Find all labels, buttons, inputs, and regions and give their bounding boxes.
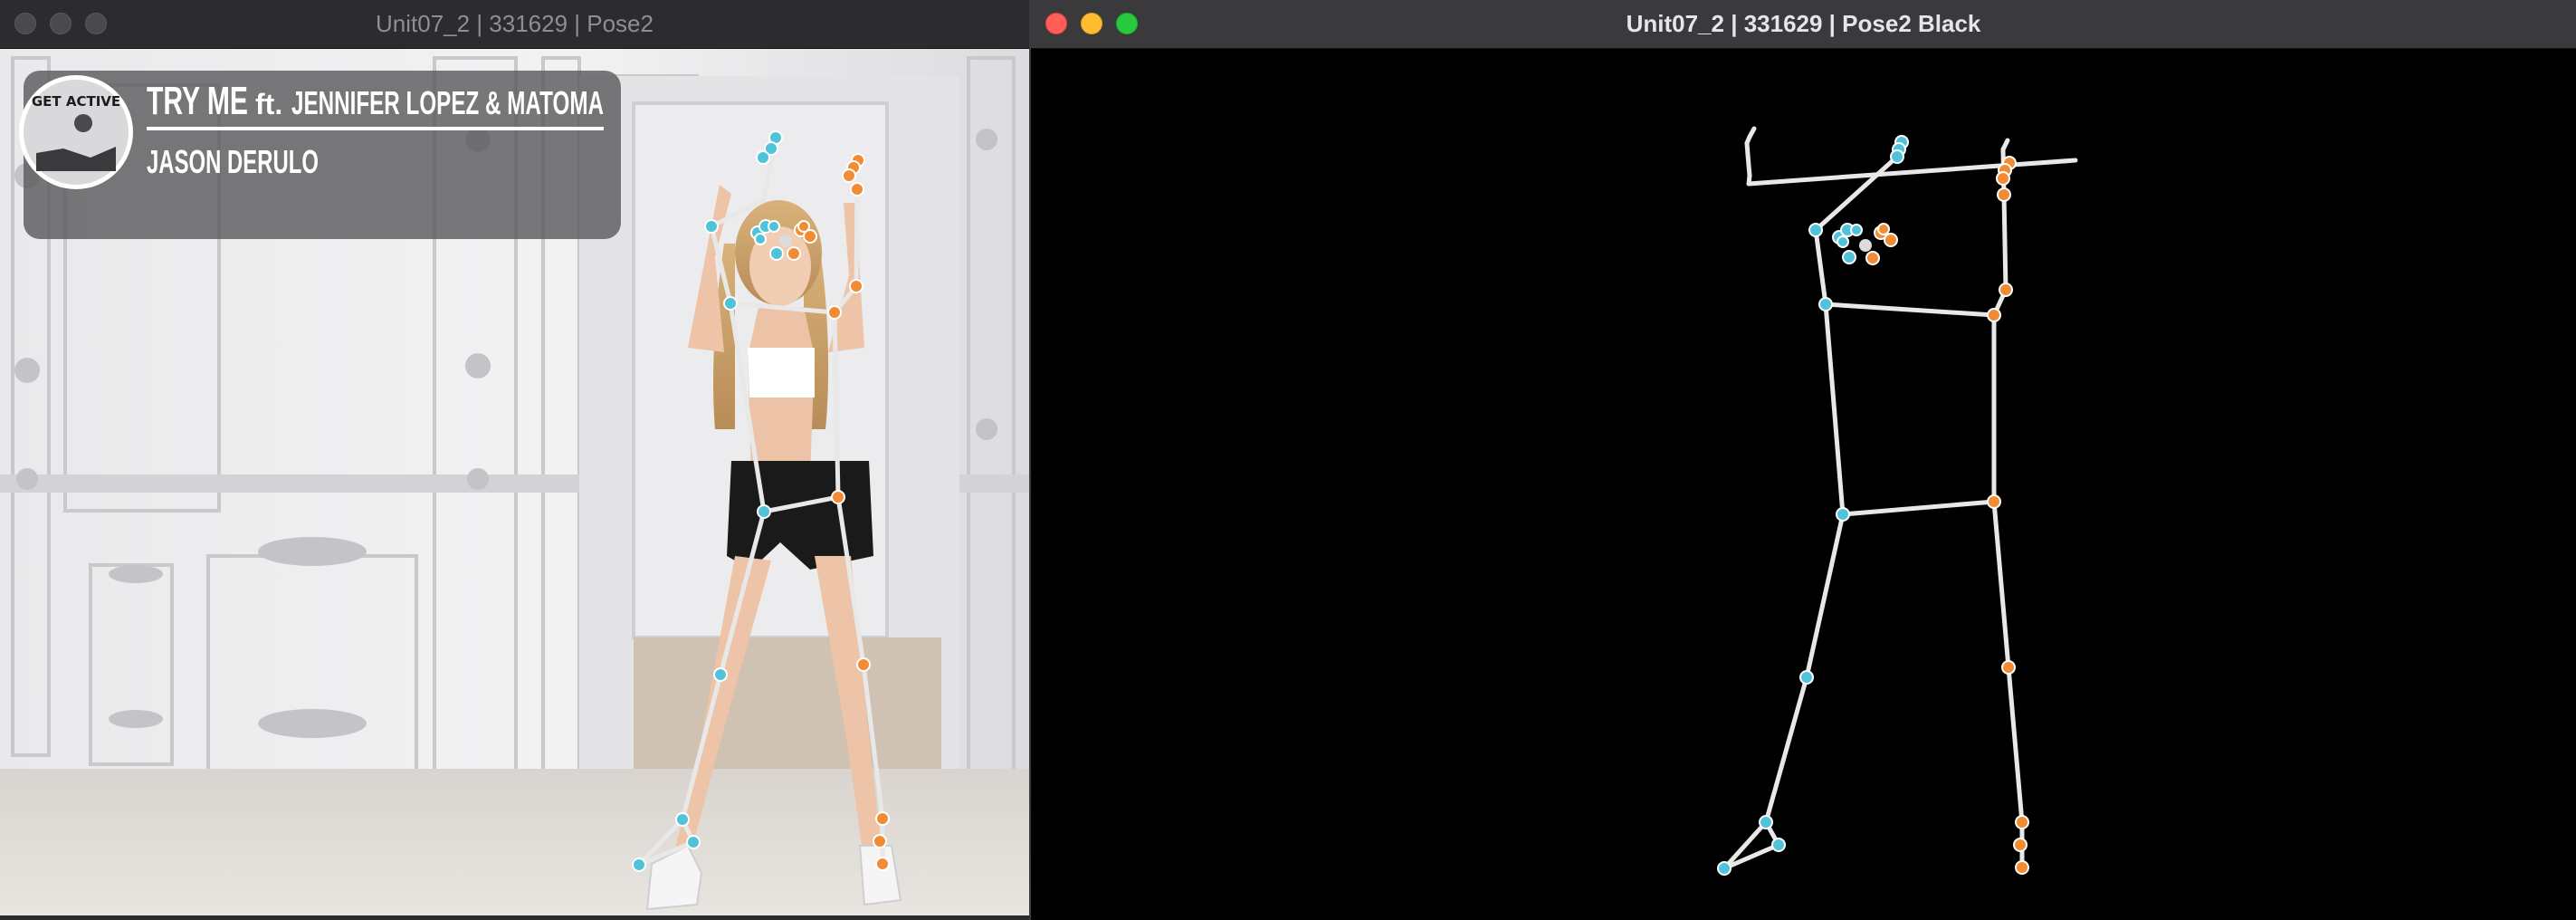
window-close-icon[interactable] [1045,13,1067,34]
window-titlebar[interactable]: Unit07_2 | 331629 | Pose2 Black [1031,0,2576,49]
pose-black-window[interactable]: Unit07_2 | 331629 | Pose2 Black [1029,0,2576,920]
nose-keypoint [1859,239,1872,252]
song-title: TRY ME [147,79,248,123]
window-controls [14,13,107,34]
pose-canvas-svg [1031,49,2576,915]
window-title: Unit07_2 | 331629 | Pose2 Black [1626,10,1981,37]
main-artist: JASON DERULO [147,143,319,180]
title-divider [147,127,604,130]
window-minimize-icon[interactable] [1081,13,1102,34]
window-close-icon[interactable] [14,13,36,34]
window-title: Unit07_2 | 331629 | Pose2 [376,10,654,37]
channel-badge-text: GET ACTIVE [32,93,120,110]
parquet-floor [634,637,941,773]
pose-video-window[interactable]: Unit07_2 | 331629 | Pose2 GET ACTIVE TRY… [0,0,1029,920]
window-minimize-icon[interactable] [50,13,72,34]
nose-keypoint [779,235,792,247]
featured-artists: JENNIFER LOPEZ & MATOMA [291,84,604,121]
video-frame-canvas: GET ACTIVE TRY ME ft. JENNIFER LOPEZ & M… [0,49,1029,915]
pose-canvas [1031,49,2576,915]
window-titlebar[interactable]: Unit07_2 | 331629 | Pose2 [0,0,1029,49]
window-maximize-icon[interactable] [85,13,107,34]
featuring-label: ft. [255,88,282,120]
window-controls [1045,13,1138,34]
video-frame: GET ACTIVE TRY ME ft. JENNIFER LOPEZ & M… [0,49,1029,915]
window-maximize-icon[interactable] [1116,13,1138,34]
song-info-banner: GET ACTIVE TRY ME ft. JENNIFER LOPEZ & M… [19,71,621,239]
